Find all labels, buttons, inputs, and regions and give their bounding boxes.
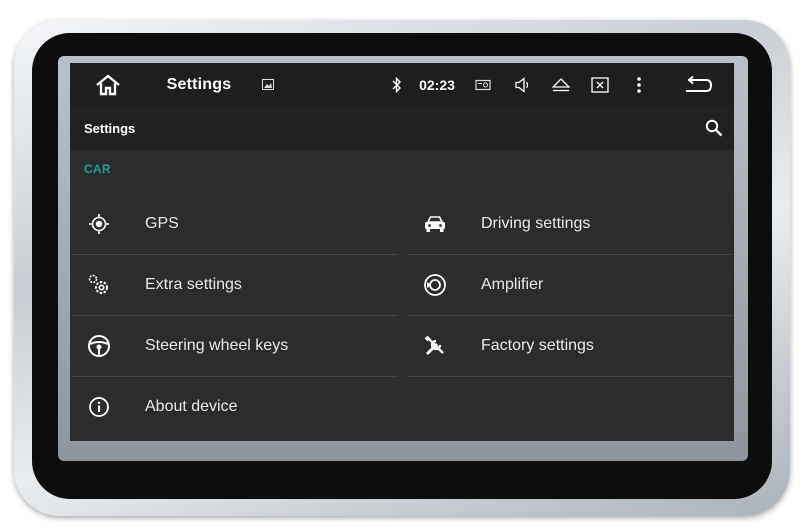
home-icon[interactable] <box>90 63 126 106</box>
item-label: GPS <box>145 215 179 232</box>
settings-item-gps[interactable]: GPS <box>70 194 400 254</box>
item-label: Factory settings <box>481 337 594 354</box>
settings-item-extra[interactable]: Extra settings <box>70 255 400 315</box>
gps-icon <box>84 209 114 239</box>
status-bar: Settings 02:23 <box>70 63 734 106</box>
section-header-car: CAR <box>84 162 111 176</box>
item-label: About device <box>145 398 238 415</box>
settings-item-driving[interactable]: Driving settings <box>406 194 734 254</box>
screen: Settings 02:23 Settings CAR GPS Driving … <box>70 63 734 441</box>
more-vert-icon[interactable] <box>631 63 647 106</box>
radio-icon[interactable] <box>473 63 493 106</box>
back-icon[interactable] <box>680 63 716 106</box>
page-title: Settings <box>84 120 136 136</box>
status-title: Settings <box>166 75 232 93</box>
car-icon <box>420 209 450 239</box>
item-label: Amplifier <box>481 276 544 293</box>
volume-icon[interactable] <box>512 63 532 106</box>
app-bar: Settings <box>70 106 734 150</box>
eject-icon[interactable] <box>549 63 573 106</box>
divider <box>408 376 732 377</box>
steering-wheel-icon <box>84 331 114 361</box>
amplifier-icon <box>420 270 450 300</box>
info-icon <box>84 392 114 422</box>
item-label: Driving settings <box>481 215 591 232</box>
item-label: Steering wheel keys <box>145 337 289 354</box>
tools-icon <box>420 331 450 361</box>
settings-item-about[interactable]: About device <box>70 377 400 437</box>
bluetooth-icon <box>388 63 406 106</box>
extra-settings-icon <box>84 270 114 300</box>
settings-item-factory[interactable]: Factory settings <box>406 316 734 376</box>
image-icon <box>260 63 276 106</box>
settings-item-steering[interactable]: Steering wheel keys <box>70 316 400 376</box>
search-icon[interactable] <box>702 116 726 140</box>
settings-item-amplifier[interactable]: Amplifier <box>406 255 734 315</box>
clock: 02:23 <box>419 76 455 93</box>
item-label: Extra settings <box>145 276 242 293</box>
close-window-icon[interactable] <box>588 63 612 106</box>
